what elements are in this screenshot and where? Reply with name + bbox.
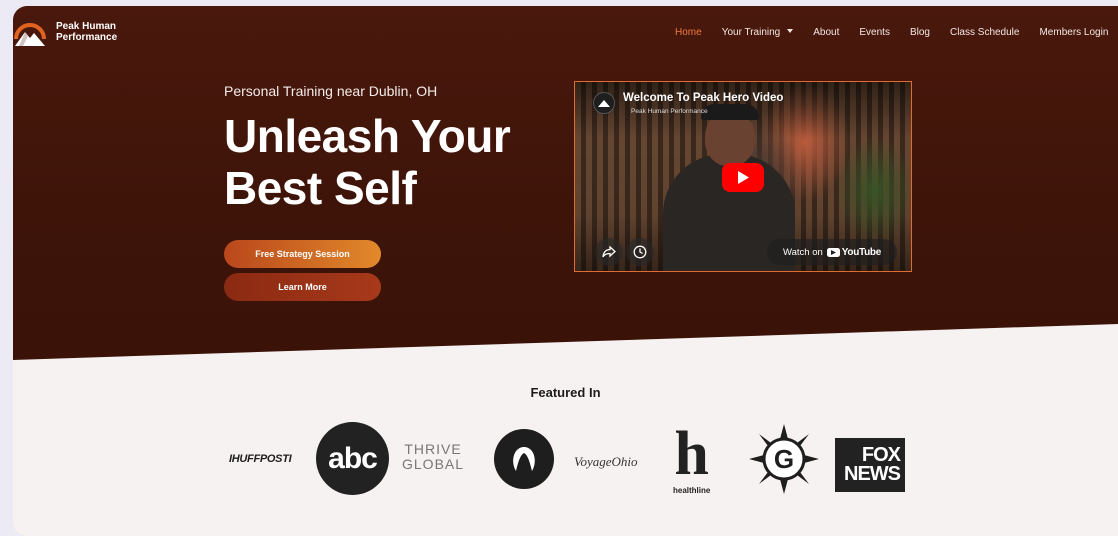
nav-menu: Home Your Training About Events Blog Cla… bbox=[675, 27, 1118, 38]
voyage-ohio-logo: VoyageOhio bbox=[574, 454, 638, 469]
top-navigation: Peak Human Performance Home Your Trainin… bbox=[13, 6, 1118, 62]
free-strategy-session-button[interactable]: Free Strategy Session bbox=[224, 240, 381, 268]
play-icon bbox=[738, 171, 749, 184]
share-icon bbox=[602, 246, 616, 258]
brand-name: Peak Human Performance bbox=[56, 21, 117, 43]
video-title-block: Welcome To Peak Hero Video Peak Human Pe… bbox=[623, 92, 783, 118]
watch-later-button[interactable] bbox=[626, 238, 654, 266]
thrive-global-logo: THRIVE GLOBAL bbox=[402, 442, 464, 472]
healthline-logo: h healthline bbox=[673, 420, 711, 495]
youtube-wordmark: YouTube bbox=[841, 246, 882, 258]
clock-icon bbox=[633, 245, 647, 259]
hero-headline-line1: Unleash Your bbox=[224, 110, 511, 162]
hero-headline: Unleash Your Best Self bbox=[224, 110, 584, 214]
abc-logo: abc bbox=[316, 422, 389, 495]
video-channel: Peak Human Performance bbox=[631, 108, 708, 115]
lululemon-logo-icon bbox=[494, 429, 554, 489]
press-logos: IHUFFPOSTI abc THRIVE GLOBAL VoyageOhio … bbox=[13, 420, 1118, 500]
nav-blog[interactable]: Blog bbox=[910, 27, 930, 38]
fox-news-logo: FOX NEWS bbox=[835, 438, 905, 492]
watch-on-label: Watch on bbox=[783, 246, 823, 258]
nav-members-login[interactable]: Members Login bbox=[1039, 27, 1108, 38]
huffpost-logo: IHUFFPOSTI bbox=[229, 453, 292, 465]
healthline-wordmark: healthline bbox=[673, 486, 711, 495]
youtube-video-embed[interactable]: Welcome To Peak Hero Video Peak Human Pe… bbox=[574, 81, 912, 272]
nav-home[interactable]: Home bbox=[675, 27, 702, 38]
thrive-global-line1: THRIVE bbox=[404, 441, 462, 457]
healthline-mark: h bbox=[674, 420, 709, 488]
brand-name-line2: Performance bbox=[56, 32, 118, 43]
nav-about[interactable]: About bbox=[813, 27, 839, 38]
share-button[interactable] bbox=[595, 238, 623, 266]
nav-events[interactable]: Events bbox=[859, 27, 890, 38]
nav-class-schedule[interactable]: Class Schedule bbox=[950, 27, 1019, 38]
thrive-global-line2: GLOBAL bbox=[402, 456, 465, 472]
learn-more-button[interactable]: Learn More bbox=[224, 273, 381, 301]
featured-in-heading: Featured In bbox=[530, 385, 601, 400]
watch-on-youtube-button[interactable]: Watch on YouTube bbox=[767, 239, 897, 265]
channel-avatar-icon[interactable] bbox=[593, 92, 615, 114]
nav-your-training[interactable]: Your Training bbox=[722, 27, 794, 38]
play-button[interactable] bbox=[722, 163, 764, 192]
site-logo[interactable]: Peak Human Performance bbox=[13, 17, 117, 47]
youtube-logo-icon bbox=[826, 247, 840, 257]
mountain-logo-icon bbox=[13, 17, 47, 47]
nav-your-training-label: Your Training bbox=[721, 27, 781, 38]
video-title[interactable]: Welcome To Peak Hero Video bbox=[623, 92, 783, 104]
fox-news-line2: NEWS bbox=[844, 463, 901, 485]
chevron-down-icon bbox=[787, 29, 794, 34]
hero-headline-line2: Best Self bbox=[224, 162, 417, 214]
video-header: Welcome To Peak Hero Video Peak Human Pe… bbox=[593, 92, 783, 118]
sun-g-letter: G bbox=[774, 444, 794, 474]
brand-name-line1: Peak Human bbox=[56, 21, 117, 32]
browser-viewport: Peak Human Performance Home Your Trainin… bbox=[13, 6, 1118, 536]
hero-kicker: Personal Training near Dublin, OH bbox=[224, 83, 438, 99]
sun-g-logo: G bbox=[749, 424, 819, 494]
